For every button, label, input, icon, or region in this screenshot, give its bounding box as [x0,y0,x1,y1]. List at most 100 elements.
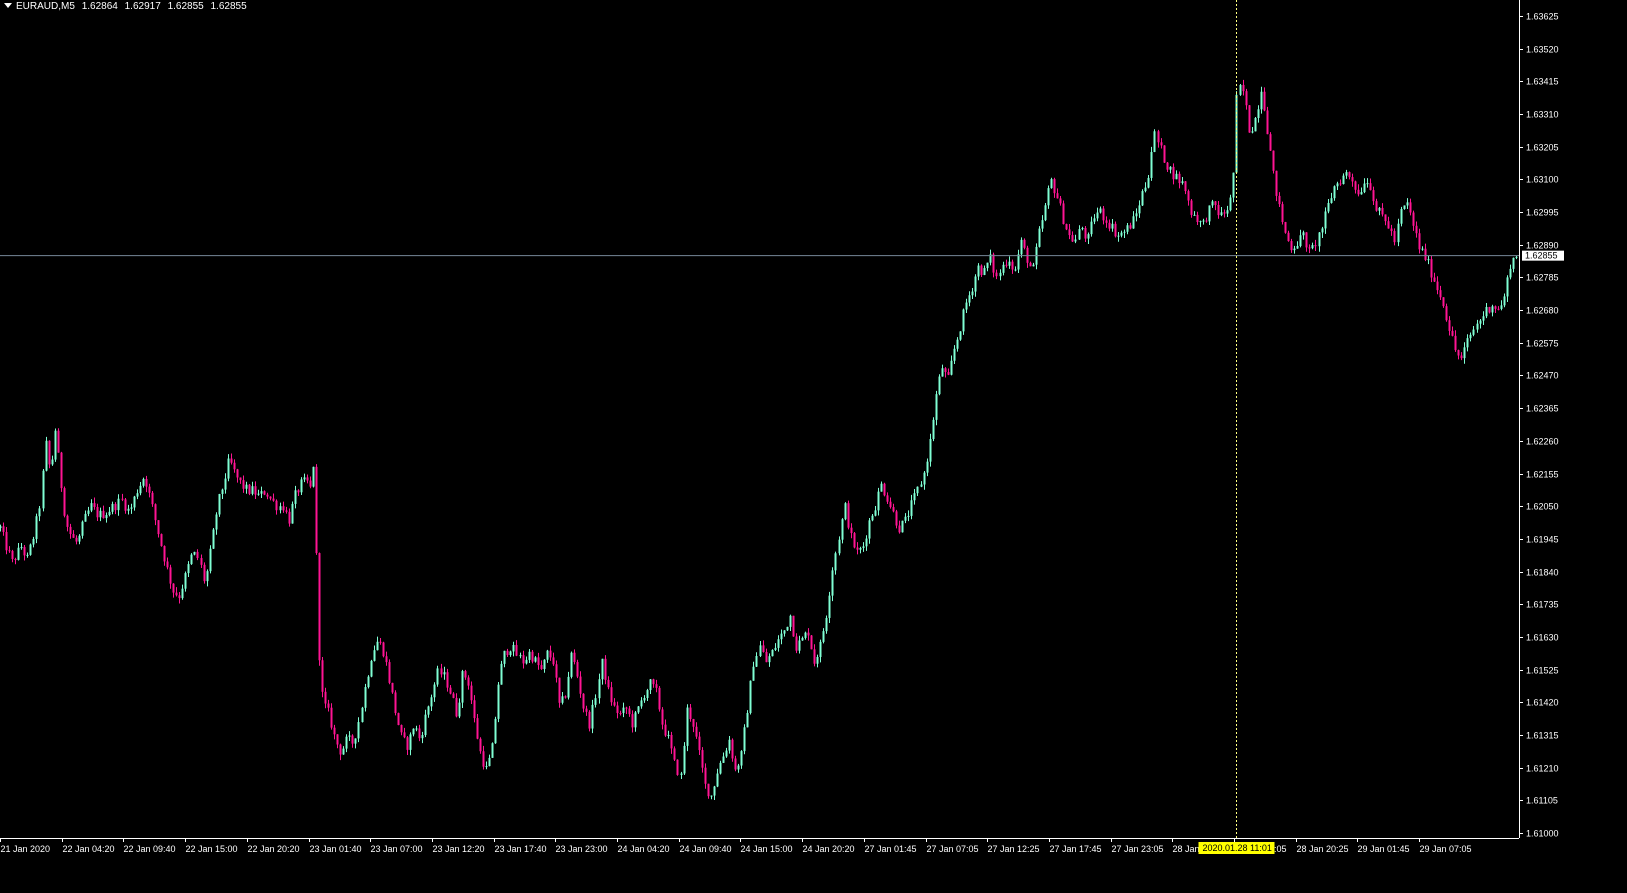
candle-body [752,666,755,681]
candle-body [60,452,63,489]
candle-body [859,547,862,550]
candle-body [324,691,327,704]
price-tick-label: 1.61210 [1526,764,1559,774]
candle-body [11,550,14,559]
candle-body [227,458,230,479]
candle-body [29,544,32,555]
candle-body [883,483,886,496]
candle-body [361,707,364,723]
candle-body [190,554,193,565]
candle-body [640,700,643,707]
candle-body [710,795,713,797]
candle-body [607,679,610,688]
candle-body [1415,225,1418,234]
candle-body [780,633,783,640]
candle-body [1153,131,1156,152]
candle-body [248,484,251,494]
candle-body [1056,193,1059,199]
candle-body [637,706,640,713]
candle-body [1409,202,1412,213]
candle-body [1062,203,1065,225]
candlestick-chart[interactable]: 1.63625 1.63520 1.63415 1.63310 1.63205 1.631… [0,0,1627,893]
candle-body [57,430,60,453]
candle-body [1418,233,1421,250]
candle-body [181,588,184,599]
candle-body [1093,218,1096,222]
candle-body [339,744,342,755]
candle-body [193,551,196,555]
candle-body [136,493,139,497]
candle-body [254,486,257,495]
candle-body [300,479,303,493]
candle-body [424,714,427,736]
chart-window[interactable]: 1.63625 1.63520 1.63415 1.63310 1.63205 1.631… [0,0,1627,893]
candle-body [999,272,1002,277]
candle-body [774,647,777,650]
candle-body [1393,231,1396,243]
candle-body [798,640,801,651]
candle-body [992,254,995,273]
candle-body [160,534,163,547]
candle-body [403,732,406,738]
candle-body [1187,191,1190,201]
candle-body [910,500,913,516]
candle-body [831,570,834,596]
candle-body [124,499,127,511]
candle-body [452,693,455,698]
candle-body [157,520,160,535]
candle-body [1390,228,1393,232]
candle-body [440,668,443,675]
cursor-time-label: 2020.01.28 11:01 [1203,843,1272,853]
candle-body [275,500,278,511]
candle-body [689,707,692,720]
candle-body [594,698,597,705]
candle-body [430,697,433,707]
candle-body [795,636,798,651]
candle-body [1017,254,1020,270]
candle-body [965,302,968,310]
candle-body [1354,181,1357,190]
candle-body [1378,207,1381,211]
candle-body [734,758,737,770]
candle-body [1245,91,1248,106]
candle-body [1287,232,1290,242]
candle-body [1263,91,1266,111]
candle-body [239,477,242,481]
candle-body [330,707,333,728]
candle-body [825,617,828,632]
candle-body [971,291,974,296]
candle-body [427,706,430,715]
candle-body [297,490,300,493]
candle-body [953,348,956,361]
price-tick-label: 1.61315 [1526,731,1559,741]
candle-body [1105,220,1108,223]
candle-body [892,507,895,512]
ohlc-low: 1.62855 [167,1,204,12]
candle-body [1184,181,1187,192]
candle-body [458,702,461,717]
candle-body [1500,305,1503,309]
candle-body [874,510,877,516]
candle-body [783,630,786,634]
candle-body [172,583,175,593]
collapse-triangle-icon[interactable] [4,2,12,8]
candle-body [5,531,8,551]
candle-body [519,655,522,657]
price-tick-label: 1.62785 [1526,273,1559,283]
candle-body [1430,259,1433,278]
candle-body [680,773,683,775]
candle-body [601,658,604,680]
candle-body [357,722,360,739]
candle-body [1479,320,1482,324]
candle-body [585,708,588,712]
candle-body [610,687,613,703]
candle-body [1071,235,1074,242]
candle-body [1214,201,1217,205]
candle-body [816,657,819,664]
candle-body [1059,198,1062,204]
time-tick-label: 23 Jan 17:40 [495,844,547,854]
candle-body [670,734,673,749]
candle-body [1333,186,1336,199]
candle-body [443,672,446,675]
candle-body [561,696,564,703]
